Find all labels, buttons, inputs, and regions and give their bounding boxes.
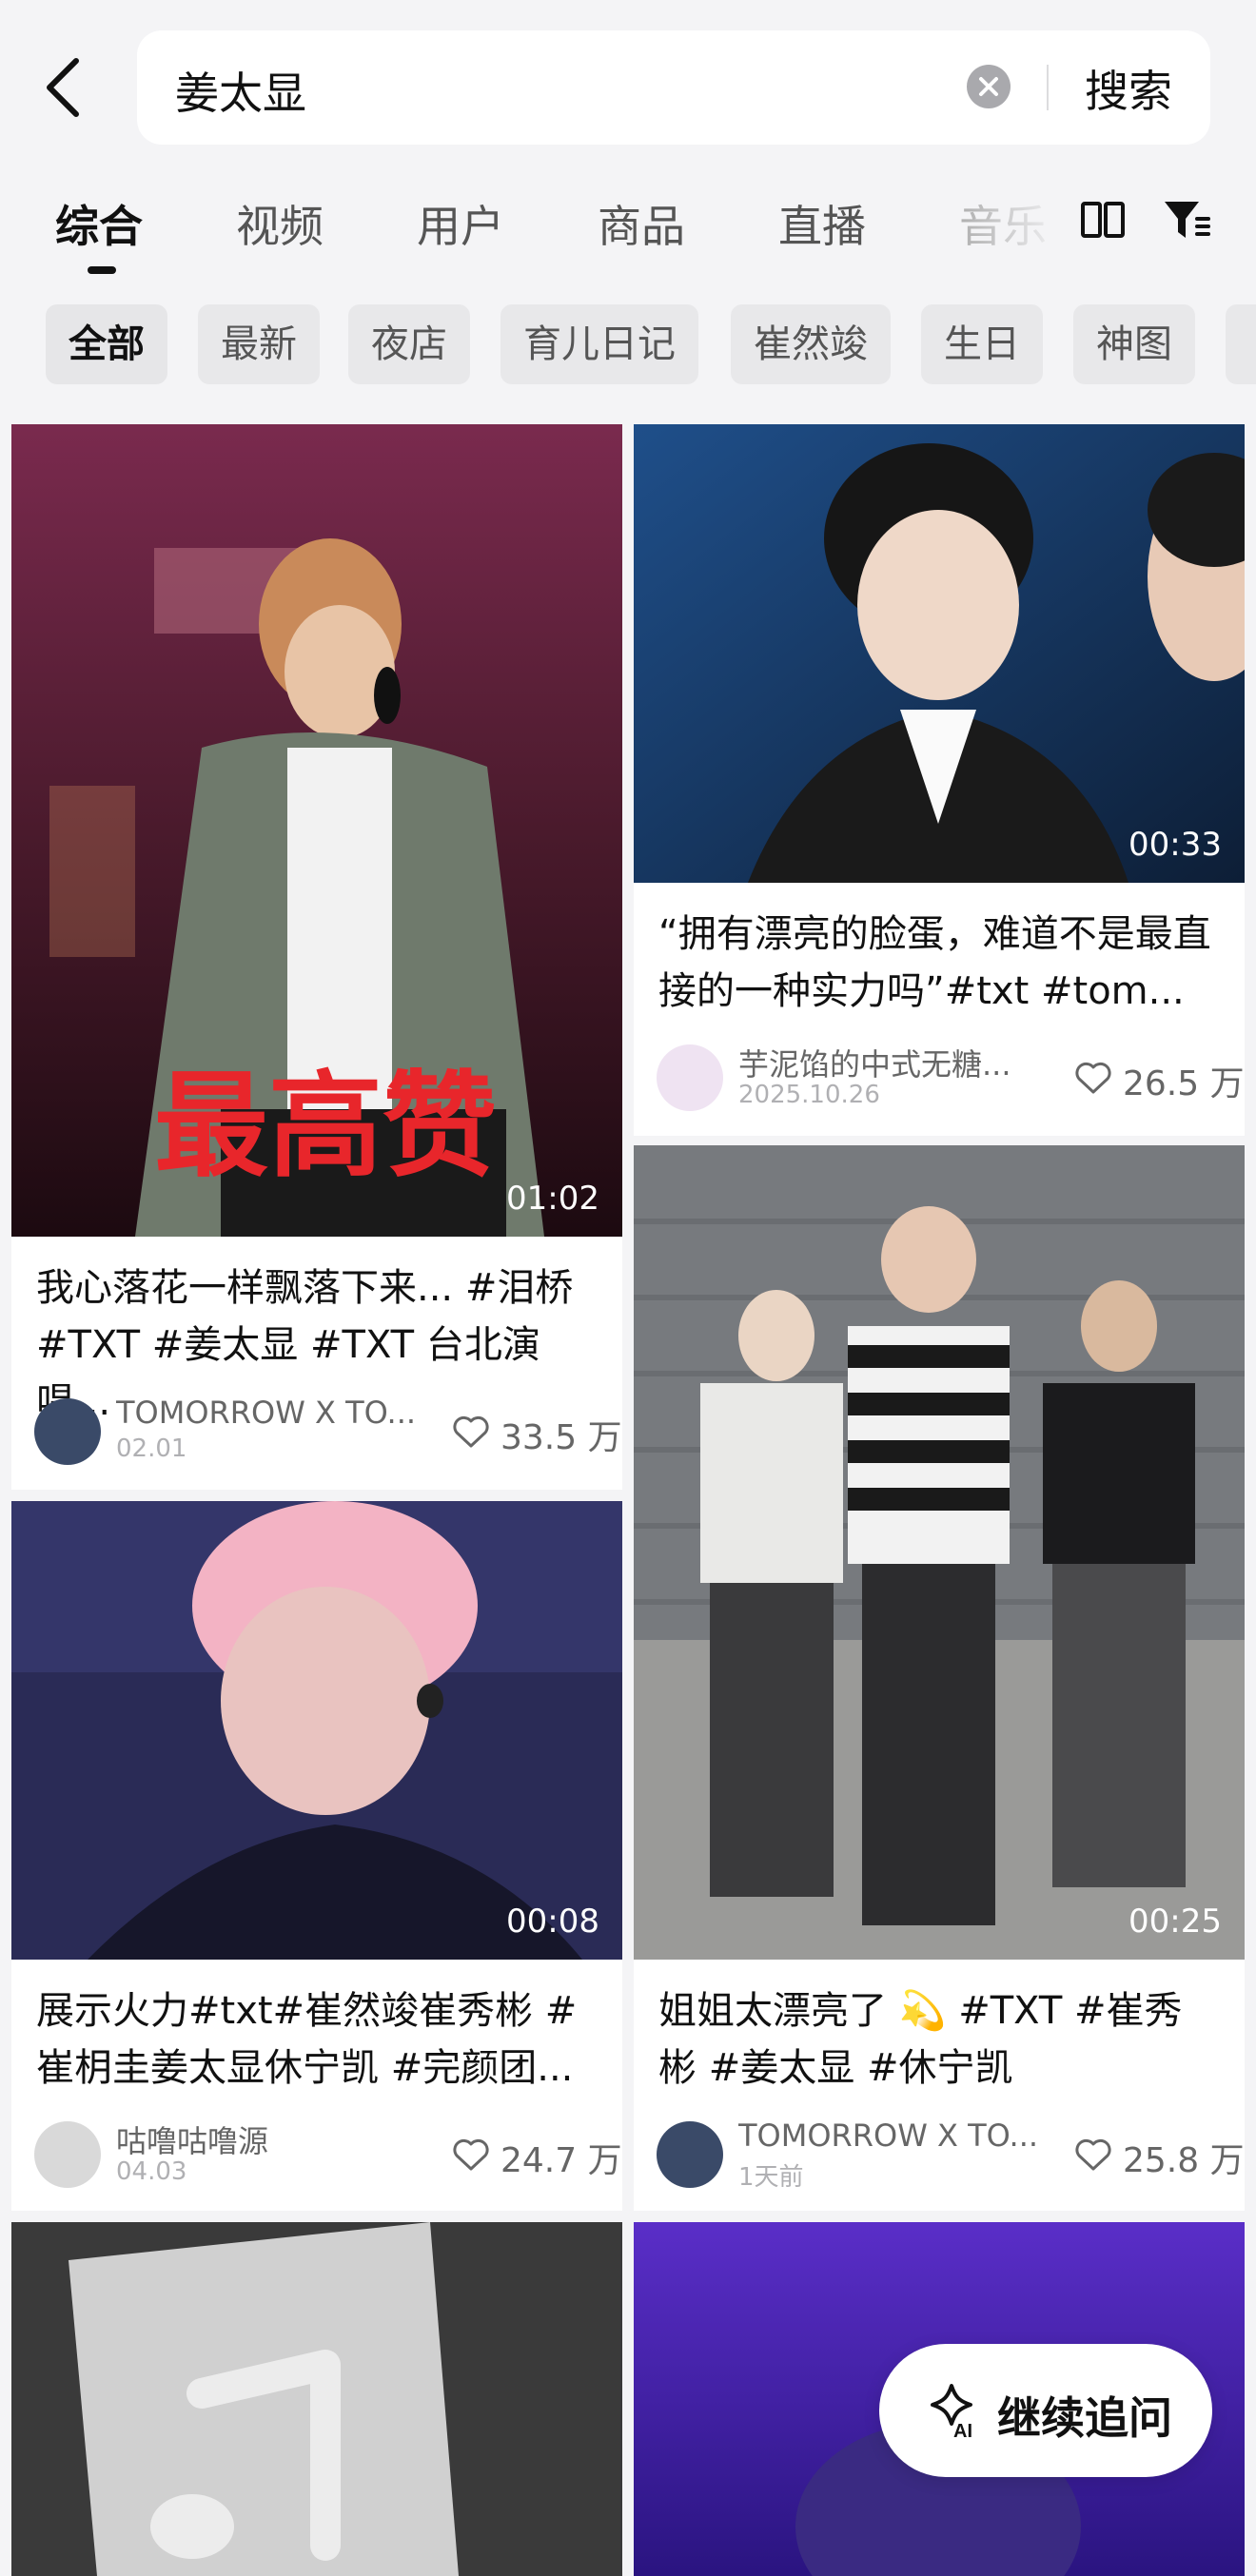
- tab-fade: [952, 181, 1066, 276]
- back-button[interactable]: [38, 49, 91, 126]
- tab-user[interactable]: 用户: [417, 192, 504, 255]
- chip-more[interactable]: [1226, 304, 1256, 384]
- chip-nightclub[interactable]: 夜店: [348, 304, 470, 384]
- video-caption: 展示火力#txt#崔然竣崔秀彬 #崔枂圭姜太显休宁凯 #完颜团...: [36, 1989, 578, 2090]
- clear-icon[interactable]: [967, 65, 1011, 108]
- avatar[interactable]: [34, 2121, 101, 2188]
- post-date: 02.01: [116, 1434, 187, 1463]
- chip-great-pics[interactable]: 神图: [1073, 304, 1195, 384]
- post-date: 04.03: [116, 2157, 187, 2186]
- ai-follow-up-label: 继续追问: [997, 2392, 1172, 2444]
- chip-all[interactable]: 全部: [46, 304, 167, 384]
- like-count: 24.7 万: [500, 2141, 622, 2180]
- video-caption: “拥有漂亮的脸蛋，难道不是最直接的一种实力吗”#txt #tom...: [658, 912, 1211, 1013]
- author-row: 咕噜咕噜源 04.03 24.7 万: [34, 2116, 622, 2192]
- video-thumbnail: 00:25: [634, 1145, 1245, 1960]
- chip-parenting-diary[interactable]: 育儿日记: [500, 304, 698, 384]
- filter-icon[interactable]: [1161, 194, 1214, 247]
- search-button[interactable]: 搜索: [1085, 57, 1172, 120]
- video-duration: 01:02: [506, 1180, 599, 1218]
- tab-live[interactable]: 直播: [778, 192, 866, 255]
- filter-chips: 全部 最新 夜店 育儿日记 崔然竣 生日 神图: [0, 302, 1256, 386]
- highlight-overlay-text: 最高赞: [154, 1061, 497, 1193]
- search-divider: [1047, 65, 1049, 110]
- author-row: TOMORROW X TO... 1天前 25.8 万: [657, 2116, 1245, 2192]
- like-count: 33.5 万: [500, 1418, 622, 1457]
- ai-follow-up-button[interactable]: AI 继续追问: [879, 2344, 1212, 2477]
- author-name[interactable]: 芋泥馅的中式无糖...: [738, 1041, 1011, 1084]
- active-tab-indicator: [88, 266, 116, 274]
- like-button[interactable]: 24.7 万: [451, 2131, 622, 2180]
- post-date: 2025.10.26: [738, 1081, 880, 1109]
- search-header: 姜太显 搜索: [0, 0, 1256, 162]
- like-count: 25.8 万: [1123, 2141, 1245, 2180]
- video-thumbnail: [11, 2222, 622, 2576]
- ai-sparkle-icon: AI: [931, 2384, 972, 2441]
- video-thumbnail: 00:08: [11, 1501, 622, 1960]
- heart-icon: [453, 1415, 489, 1448]
- video-duration: 00:08: [506, 1903, 599, 1941]
- like-button[interactable]: 33.5 万: [451, 1408, 622, 1457]
- search-box[interactable]: 姜太显 搜索: [137, 30, 1210, 145]
- heart-icon: [1075, 2138, 1111, 2171]
- like-count: 26.5 万: [1123, 1064, 1245, 1103]
- author-name[interactable]: TOMORROW X TO...: [116, 1395, 416, 1431]
- category-tabs: 综合 视频 用户 商品 直播 音乐: [0, 181, 1256, 285]
- video-thumbnail: 最高赞 01:02: [11, 424, 622, 1237]
- heart-icon: [453, 2138, 489, 2171]
- chevron-left-icon: [47, 58, 79, 117]
- chip-birthday[interactable]: 生日: [921, 304, 1043, 384]
- avatar[interactable]: [657, 2121, 723, 2188]
- like-button[interactable]: 26.5 万: [1073, 1054, 1245, 1103]
- chip-choi-yeonjun[interactable]: 崔然竣: [731, 304, 891, 384]
- video-card[interactable]: [11, 2222, 622, 2576]
- video-card[interactable]: 00:08 展示火力#txt#崔然竣崔秀彬 #崔枂圭姜太显休宁凯 #完颜团...…: [11, 1501, 622, 2211]
- video-thumbnail: 00:33: [634, 424, 1245, 883]
- tab-comprehensive[interactable]: 综合: [55, 192, 143, 255]
- video-caption: 姐姐太漂亮了 💫 #TXT #崔秀彬 #姜太显 #休宁凯: [658, 1989, 1183, 2090]
- author-row: TOMORROW X TO... 02.01 33.5 万: [34, 1393, 622, 1469]
- chip-latest[interactable]: 最新: [198, 304, 320, 384]
- avatar[interactable]: [657, 1044, 723, 1111]
- svg-text:AI: AI: [953, 2421, 972, 2441]
- author-name[interactable]: 咕噜咕噜源: [116, 2117, 268, 2161]
- video-card[interactable]: 最高赞 01:02 我心落花一样飘落下来... #泪桥 #TXT #姜太显 #T…: [11, 424, 622, 1490]
- post-date: 1天前: [738, 2163, 804, 2192]
- author-row: 芋泥馅的中式无糖... 2025.10.26 26.5 万: [657, 1039, 1245, 1115]
- like-button[interactable]: 25.8 万: [1073, 2131, 1245, 2180]
- tab-goods[interactable]: 商品: [598, 192, 685, 255]
- video-card[interactable]: 00:25 姐姐太漂亮了 💫 #TXT #崔秀彬 #姜太显 #休宁凯 TOMOR…: [634, 1145, 1245, 2211]
- video-duration: 00:25: [1128, 1903, 1222, 1941]
- video-card[interactable]: 00:33 “拥有漂亮的脸蛋，难道不是最直接的一种实力吗”#txt #tom..…: [634, 424, 1245, 1136]
- search-input[interactable]: 姜太显: [175, 59, 306, 122]
- author-name[interactable]: TOMORROW X TO...: [738, 2117, 1038, 2154]
- heart-icon: [1075, 1062, 1111, 1094]
- tab-video[interactable]: 视频: [236, 192, 324, 255]
- video-duration: 00:33: [1128, 826, 1222, 864]
- layout-toggle-icon[interactable]: [1079, 196, 1127, 244]
- avatar[interactable]: [34, 1398, 101, 1465]
